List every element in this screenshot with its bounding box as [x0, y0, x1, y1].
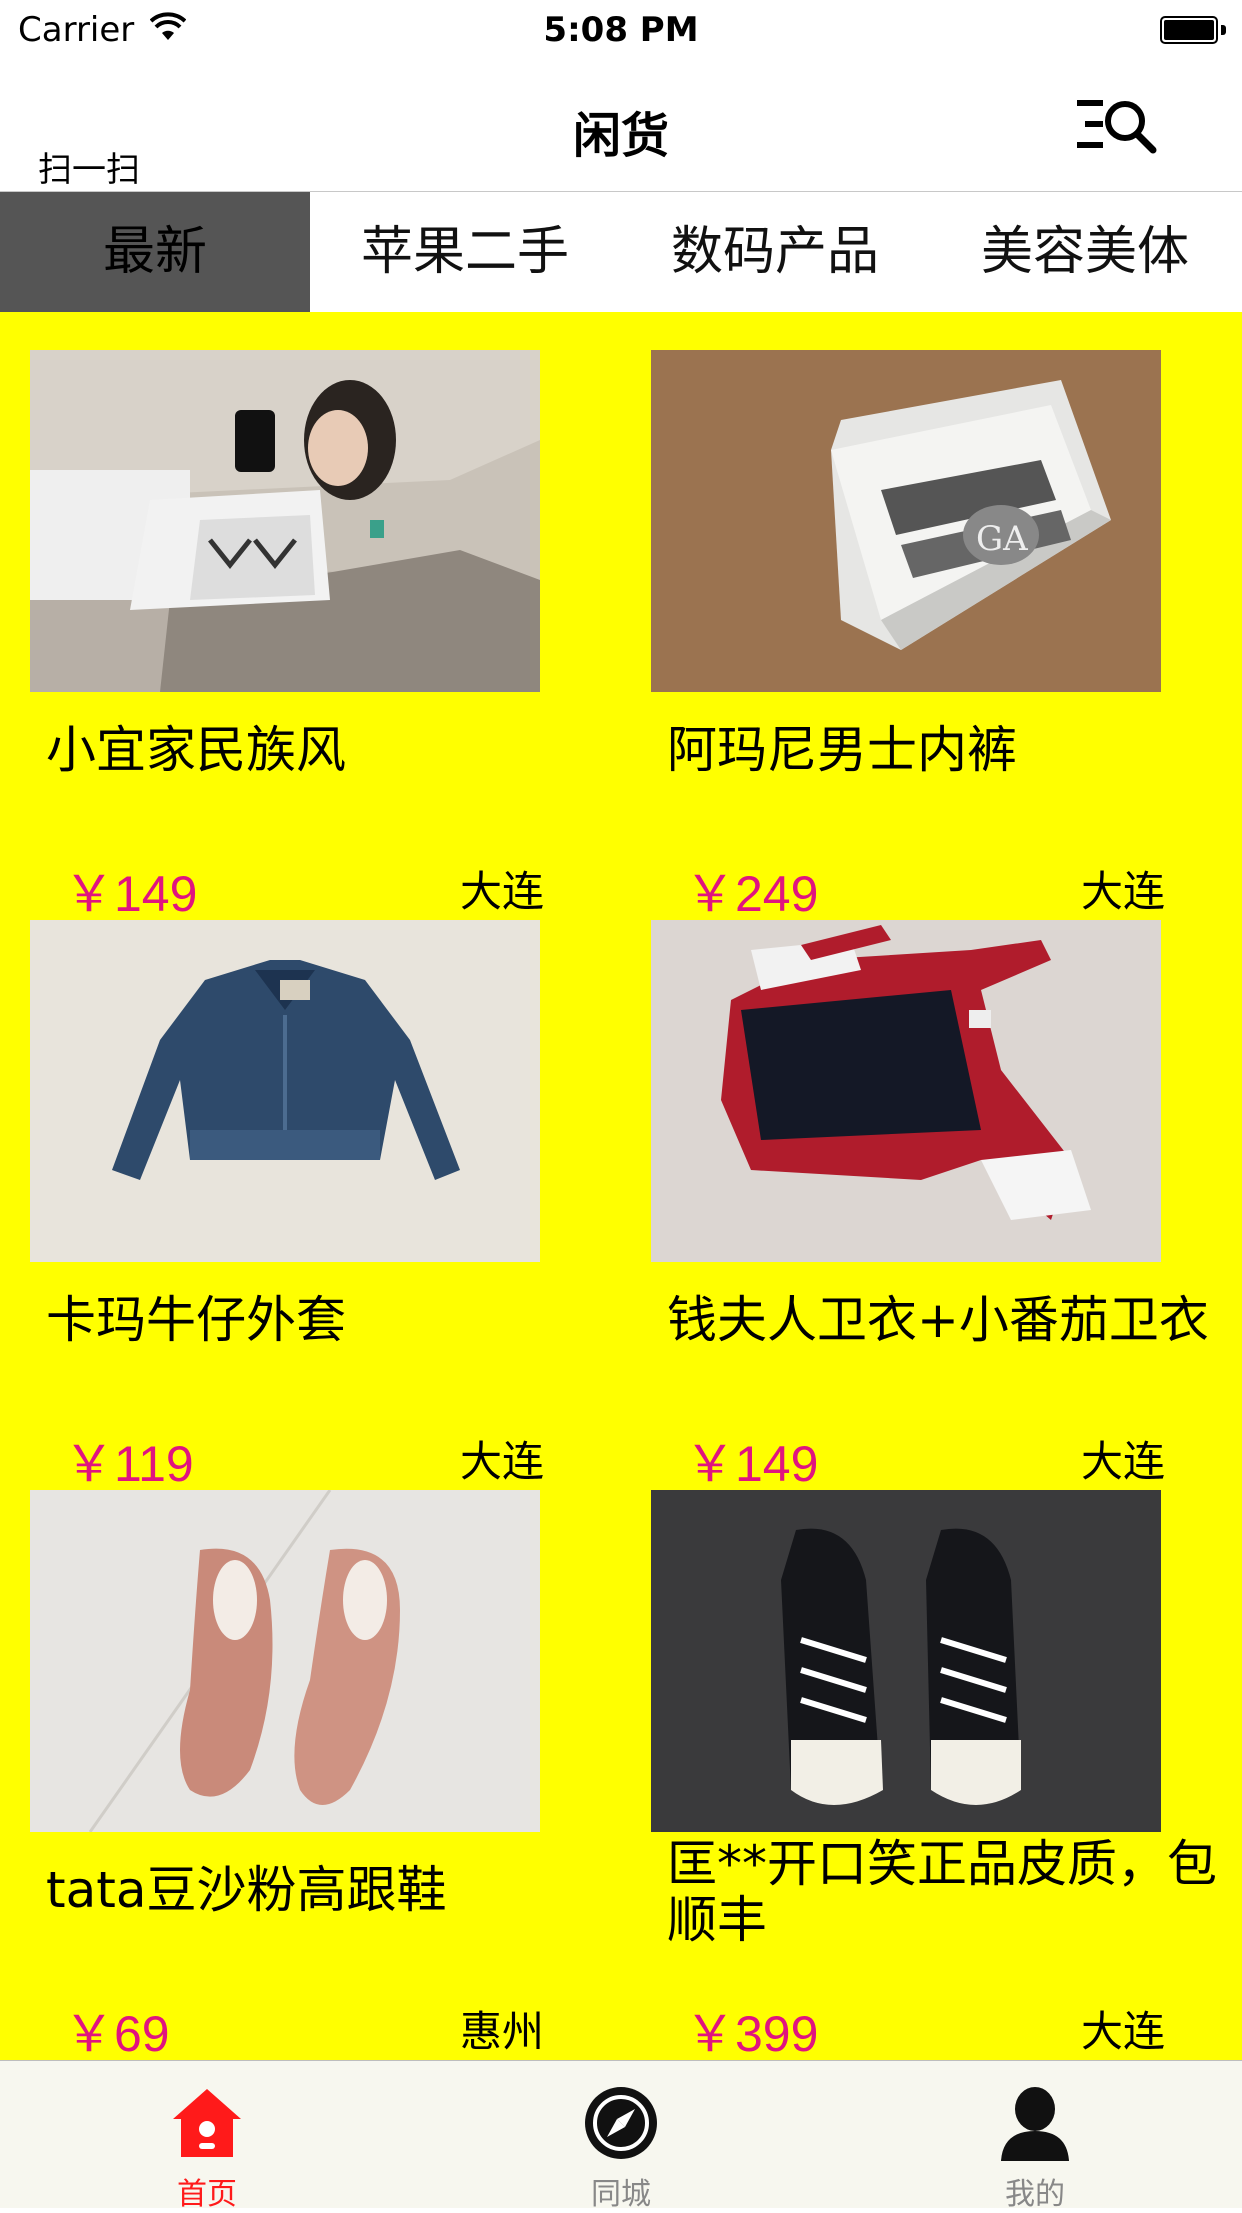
product-price: ￥69	[64, 2006, 170, 2062]
product-city: 大连	[1081, 2007, 1166, 2056]
tab-mine[interactable]: 我的	[828, 2061, 1242, 2212]
product-price: ￥119	[64, 1436, 194, 1492]
sweater-photo[interactable]	[651, 920, 1161, 1262]
user-icon	[1001, 2087, 1069, 2161]
pink-heels-photo[interactable]	[30, 1490, 540, 1832]
product-city: 大连	[1081, 1437, 1166, 1486]
product-city: 大连	[460, 1437, 545, 1486]
denim-jacket-photo[interactable]	[30, 920, 540, 1262]
svg-text:GA: GA	[976, 519, 1028, 559]
product-card[interactable]: 钱夫人卫衣+小番茄卫衣 ￥149 大连	[651, 920, 1242, 1492]
product-city: 惠州	[460, 2007, 545, 2056]
navigation-bar: 扫一扫 闲货	[0, 62, 1242, 192]
tab-home[interactable]: 首页	[0, 2061, 414, 2212]
search-list-icon[interactable]	[1075, 94, 1157, 156]
product-city: 大连	[1081, 867, 1166, 916]
armani-box-photo[interactable]: GA	[651, 350, 1161, 692]
page-title: 闲货	[572, 108, 669, 164]
compass-icon	[585, 2087, 657, 2159]
tab-beauty[interactable]: 美容美体	[930, 192, 1240, 312]
clock: 5:08 PM	[543, 10, 699, 50]
product-grid: 小宜家民族风 ￥149 大连 GA 阿玛尼男士内裤 ￥249 大连 卡玛牛仔外套…	[0, 312, 1242, 2062]
product-card[interactable]: 小宜家民族风 ￥149 大连	[30, 350, 630, 922]
product-price: ￥249	[685, 866, 819, 922]
category-tabs: 最新 苹果二手 数码产品 美容美体	[0, 192, 1242, 312]
tab-apple-used[interactable]: 苹果二手	[310, 192, 620, 312]
tab-local[interactable]: 同城	[414, 2061, 828, 2212]
bottom-tab-bar: 首页 同城 我的	[0, 2060, 1242, 2212]
tab-digital-products[interactable]: 数码产品	[620, 192, 930, 312]
tab-latest[interactable]: 最新	[0, 192, 310, 312]
product-price: ￥149	[685, 1436, 819, 1492]
product-card[interactable]: tata豆沙粉高跟鞋 ￥69 惠州	[30, 1490, 630, 2062]
tab-home-label: 首页	[177, 2177, 237, 2212]
product-price: ￥399	[685, 2006, 819, 2062]
status-bar: Carrier 5:08 PM	[0, 0, 1242, 62]
selfie-photo[interactable]	[30, 350, 540, 692]
sneakers-photo[interactable]	[651, 1490, 1161, 1832]
product-card[interactable]: 匡**开口笑正品皮质，包顺丰 ￥399 大连	[651, 1490, 1242, 2062]
product-name: 卡玛牛仔外套	[46, 1291, 346, 1349]
product-price: ￥149	[64, 866, 198, 922]
product-card[interactable]: GA 阿玛尼男士内裤 ￥249 大连	[651, 350, 1242, 922]
product-name: 阿玛尼男士内裤	[667, 721, 1017, 779]
product-name: tata豆沙粉高跟鞋	[46, 1861, 447, 1919]
battery-icon	[1160, 16, 1226, 44]
product-city: 大连	[460, 867, 545, 916]
product-name: 匡**开口笑正品皮质，包顺丰	[667, 1835, 1217, 1949]
tab-mine-label: 我的	[1005, 2177, 1065, 2212]
tab-local-label: 同城	[591, 2177, 651, 2212]
product-name: 小宜家民族风	[46, 721, 346, 779]
home-icon	[173, 2089, 241, 2157]
product-name: 钱夫人卫衣+小番茄卫衣	[667, 1291, 1209, 1349]
product-card[interactable]: 卡玛牛仔外套 ￥119 大连	[30, 920, 630, 1492]
